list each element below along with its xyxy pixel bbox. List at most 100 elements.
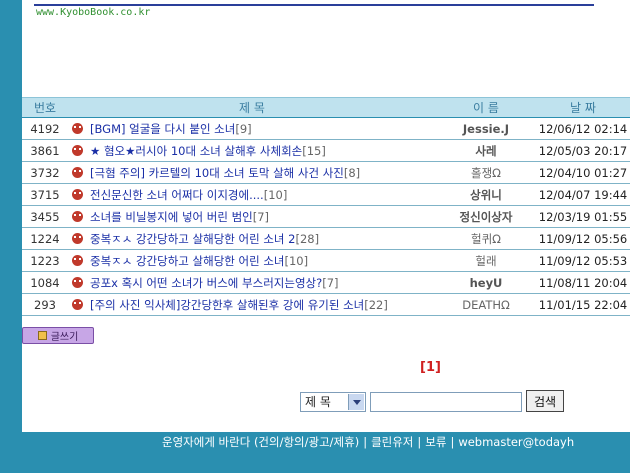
post-title-cell[interactable]: [BGM] 얼굴을 다시 붙인 소녀[9] [68, 117, 436, 140]
post-title-link[interactable]: 공포x 혹시 어떤 소녀가 버스에 부스러지는영상? [90, 276, 322, 290]
post-author[interactable]: 상위니 [436, 183, 536, 206]
skull-icon [72, 166, 83, 178]
top-banner: www.KyoboBook.co.kr [34, 0, 624, 24]
post-author[interactable]: 홀쟁Ω [436, 161, 536, 184]
post-author[interactable]: Jessie.J [436, 117, 536, 140]
header-no: 번호 [22, 97, 68, 118]
skull-icon [72, 254, 83, 266]
post-author[interactable]: 헐래 [436, 249, 536, 272]
search-field-select[interactable]: 제 목 [300, 392, 366, 412]
post-number: 3732 [22, 161, 68, 184]
comment-count: [10] [263, 187, 288, 202]
post-number: 3455 [22, 205, 68, 228]
post-author[interactable]: DEATHΩ [436, 293, 536, 316]
post-date: 11/09/12 05:56 [536, 227, 630, 250]
post-date: 12/04/10 01:27 [536, 161, 630, 184]
skull-icon [72, 276, 83, 288]
table-row: 4192 [BGM] 얼굴을 다시 붙인 소녀[9] Jessie.J 12/0… [22, 117, 630, 140]
header-date: 날 짜 [536, 97, 630, 118]
post-date: 12/03/19 01:55 [536, 205, 630, 228]
post-title-link[interactable]: [BGM] 얼굴을 다시 붙인 소녀 [90, 122, 235, 136]
skull-icon [72, 144, 83, 156]
table-row: 1223 중복ㅈㅅ 강간당하고 살해당한 어린 소녀[10] 헐래 11/09/… [22, 249, 630, 272]
search-input[interactable] [370, 392, 522, 412]
post-date: 12/05/03 20:17 [536, 139, 630, 162]
post-author[interactable]: heyU [436, 271, 536, 294]
search-field-selected: 제 목 [305, 395, 331, 409]
post-title-cell[interactable]: 공포x 혹시 어떤 소녀가 버스에 부스러지는영상?[7] [68, 271, 436, 294]
post-number: 3861 [22, 139, 68, 162]
comment-count: [7] [322, 275, 339, 290]
post-date: 12/04/07 19:44 [536, 183, 630, 206]
footer-link-webmaster[interactable]: webmaster@todayh [458, 435, 574, 449]
chevron-down-icon[interactable] [348, 394, 364, 410]
write-post-label: 글쓰기 [50, 332, 79, 343]
footer-link-hold[interactable]: 보류 [425, 435, 446, 449]
comment-count: [28] [295, 231, 320, 246]
post-title-cell[interactable]: ★ 혐오★러시아 10대 소녀 살해후 사체회손[15] [68, 139, 436, 162]
post-author[interactable]: 정신이상자 [436, 205, 536, 228]
post-date: 11/08/11 20:04 [536, 271, 630, 294]
post-number: 1224 [22, 227, 68, 250]
comment-count: [10] [284, 253, 309, 268]
banner-site-url[interactable]: www.KyoboBook.co.kr [36, 7, 150, 18]
pagination-current-page[interactable]: [1] [420, 360, 441, 375]
footer-bar: 운영자에게 바란다 (건의/항의/광고/제휴) | 클린유저 | 보류 | webmaste… [0, 432, 630, 473]
comment-count: [7] [252, 209, 270, 224]
post-number: 293 [22, 293, 68, 316]
comment-count: [22] [364, 297, 388, 312]
comment-count: [15] [302, 143, 326, 158]
table-row: 3861 ★ 혐오★러시아 10대 소녀 살해후 사체회손[15] 사레 12/… [22, 139, 630, 162]
table-row: 1224 중복ㅈㅅ 강간당하고 살해당한 어린 소녀 2[28] 헐퀴Ω 11/… [22, 227, 630, 250]
pencil-icon [37, 331, 47, 340]
table-row: 3455 소녀를 비닐봉지에 넣어 버린 범인[7] 정신이상자 12/03/1… [22, 205, 630, 228]
comment-count: [9] [235, 121, 252, 136]
post-title-link[interactable]: 전신문신한 소녀 어쩌다 이지경에.... [90, 188, 264, 202]
post-title-cell[interactable]: 중복ㅈㅅ 강간당하고 살해당한 어린 소녀 2[28] [68, 227, 436, 250]
skull-icon [72, 210, 83, 222]
footer-separator: | [450, 435, 455, 449]
table-row: 3715 전신문신한 소녀 어쩌다 이지경에....[10] 상위니 12/04… [22, 183, 630, 206]
table-row: 3732 [극혐 주의] 카르텔의 10대 소녀 토막 살해 사건 사진[8] … [22, 161, 630, 184]
post-title-link[interactable]: 소녀를 비닐봉지에 넣어 버린 범인 [90, 210, 253, 224]
comment-count: [8] [343, 165, 361, 180]
search-button[interactable]: 검색 [526, 390, 564, 412]
post-number: 4192 [22, 117, 68, 140]
post-title-cell[interactable]: 소녀를 비닐봉지에 넣어 버린 범인[7] [68, 205, 436, 228]
post-number: 3715 [22, 183, 68, 206]
skull-icon [72, 122, 83, 134]
skull-icon [72, 232, 83, 244]
footer-link-suggest[interactable]: 운영자에게 바란다 (건의/항의/광고/제휴) [162, 435, 359, 449]
write-post-button[interactable]: 글쓰기 [22, 327, 94, 344]
banner-cut-line [34, 0, 594, 6]
table-row: 293 [주의 사진 익사체]강간당한후 살해된후 강에 유기된 소녀[22] … [22, 293, 630, 316]
skull-icon [72, 188, 83, 200]
header-title: 제 목 [68, 97, 436, 118]
post-author[interactable]: 사레 [436, 139, 536, 162]
table-header-row: 번호 제 목 이 름 날 짜 [22, 97, 630, 118]
table-row: 1084 공포x 혹시 어떤 소녀가 버스에 부스러지는영상?[7] heyU … [22, 271, 630, 294]
post-title-link[interactable]: ★ 혐오★러시아 10대 소녀 살해후 사체회손 [90, 144, 302, 158]
post-title-cell[interactable]: [주의 사진 익사체]강간당한후 살해된후 강에 유기된 소녀[22] [68, 293, 436, 316]
footer-separator: | [417, 435, 422, 449]
skull-icon [72, 298, 83, 310]
post-date: 12/06/12 02:14 [536, 117, 630, 140]
post-title-cell[interactable]: 전신문신한 소녀 어쩌다 이지경에....[10] [68, 183, 436, 206]
footer-link-clean-user[interactable]: 클린유저 [371, 435, 413, 449]
post-title-link[interactable]: [극혐 주의] 카르텔의 10대 소녀 토막 살해 사건 사진 [90, 166, 344, 180]
post-number: 1084 [22, 271, 68, 294]
post-list-table: 번호 제 목 이 름 날 짜 4192 [BGM] 얼굴을 다시 붙인 소녀[9… [22, 97, 630, 316]
footer-links: 운영자에게 바란다 (건의/항의/광고/제휴) | 클린유저 | 보류 | webmaste… [162, 434, 574, 450]
header-name: 이 름 [436, 97, 536, 118]
post-date: 11/09/12 05:53 [536, 249, 630, 272]
post-title-link[interactable]: 중복ㅈㅅ 강간당하고 살해당한 어린 소녀 2 [90, 232, 295, 246]
post-title-cell[interactable]: 중복ㅈㅅ 강간당하고 살해당한 어린 소녀[10] [68, 249, 436, 272]
post-author[interactable]: 헐퀴Ω [436, 227, 536, 250]
footer-separator: | [363, 435, 368, 449]
post-number: 1223 [22, 249, 68, 272]
post-title-link[interactable]: 중복ㅈㅅ 강간당하고 살해당한 어린 소녀 [90, 254, 284, 268]
post-date: 11/01/15 22:04 [536, 293, 630, 316]
post-title-cell[interactable]: [극혐 주의] 카르텔의 10대 소녀 토막 살해 사건 사진[8] [68, 161, 436, 184]
post-title-link[interactable]: [주의 사진 익사체]강간당한후 살해된후 강에 유기된 소녀 [90, 298, 364, 312]
left-side-strip [0, 0, 22, 432]
